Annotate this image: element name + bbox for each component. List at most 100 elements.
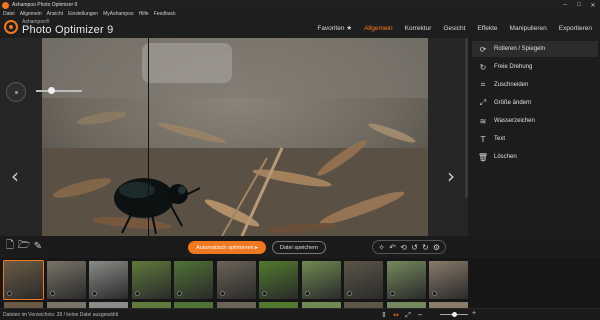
status-bar: Dateien im Verzeichnis: 28 / keine Datei… <box>0 308 600 320</box>
status-icons: ⇕ ⇔ ⤢ − <box>378 310 426 320</box>
tool-label: Wasserzeichen <box>494 118 535 124</box>
thumbnail[interactable] <box>259 261 298 299</box>
menu-einstellungen[interactable]: Einstellungen <box>68 11 98 17</box>
free-rotate-icon: ↻ <box>479 62 487 72</box>
image-viewer[interactable]: ‹ › ⤢ <box>0 38 468 266</box>
open-folder-icon[interactable]: 🗁 <box>18 240 30 253</box>
tool-free-rotation[interactable]: ↻ Freie Drehung <box>472 59 598 75</box>
thumbnail-select-checkbox[interactable] <box>432 291 437 296</box>
minimize-button[interactable]: – <box>558 0 572 10</box>
thumbnail-strip[interactable] <box>0 258 600 308</box>
next-image-button[interactable]: › <box>444 164 458 188</box>
rotate-left-icon[interactable]: ↺ <box>409 242 420 253</box>
file-actions: 🗋 🗁 ✎ <box>4 240 46 253</box>
thumbnail-select-checkbox[interactable] <box>177 291 182 296</box>
thumbnail[interactable] <box>301 261 341 299</box>
title-bar: Ashampoo Photo Optimizer 9 – □ ✕ <box>0 0 600 10</box>
fullscreen-icon[interactable]: ⤢ <box>402 310 414 320</box>
menu-bar: Datei Allgemein Ansicht Einstellungen My… <box>0 10 600 18</box>
thumbnail-select-checkbox[interactable] <box>389 291 395 296</box>
thumbnail[interactable] <box>386 261 426 299</box>
crop-icon: ⌗ <box>480 80 486 89</box>
zoom-slider-track[interactable] <box>36 90 82 92</box>
split-view-icon[interactable]: ⇕ <box>378 310 390 320</box>
window-title: Ashampoo Photo Optimizer 9 <box>12 2 78 8</box>
tab-manipulieren[interactable]: Manipulieren <box>510 25 547 32</box>
thumbnail[interactable] <box>344 261 383 299</box>
brush-icon[interactable]: ✎ <box>32 240 44 253</box>
menu-hilfe[interactable]: Hilfe <box>139 11 149 17</box>
app-icon <box>2 1 9 9</box>
auto-optimize-button[interactable]: Automatisch optimieren ▸ <box>188 241 266 254</box>
tab-favoriten[interactable]: Favoriten ★ <box>317 24 352 32</box>
tab-gesicht[interactable]: Gesicht <box>443 25 465 32</box>
thumbnail-select-checkbox[interactable] <box>347 291 352 296</box>
thumbnail[interactable] <box>174 261 213 299</box>
tool-crop[interactable]: ⌗ Zuschneiden <box>472 77 598 93</box>
before-after-divider[interactable] <box>148 38 149 236</box>
edit-actions: ✧ ↶ ⟲ ↺ ↻ ⚙ <box>372 240 446 254</box>
category-tabs: Favoriten ★ Allgemein Korrektur Gesicht … <box>305 24 592 33</box>
menu-feedback[interactable]: Feedback <box>154 11 176 17</box>
photo-preview <box>42 38 428 236</box>
thumbnail[interactable] <box>131 261 171 299</box>
thumbnail-select-checkbox[interactable] <box>304 291 310 296</box>
bottom-toolbar: 🗋 🗁 ✎ Automatisch optimieren ▸ Datei spe… <box>0 236 600 258</box>
thumbnail-select-checkbox[interactable] <box>7 291 12 296</box>
tool-label: Zuschneiden <box>494 82 529 88</box>
tool-label: Löschen <box>494 154 517 160</box>
thumbnail-select-checkbox[interactable] <box>262 291 267 296</box>
magic-wand-icon[interactable]: ✧ <box>376 242 387 253</box>
thumbnail-select-checkbox[interactable] <box>49 291 55 296</box>
status-zoom-handle[interactable] <box>452 312 457 317</box>
compare-icon[interactable]: ⇔ <box>390 310 402 320</box>
tool-text[interactable]: T Text <box>472 131 598 147</box>
navigator-dial[interactable] <box>6 82 26 102</box>
settings-icon[interactable]: ⚙ <box>431 242 442 253</box>
thumbnail-select-checkbox[interactable] <box>92 291 97 296</box>
close-button[interactable]: ✕ <box>586 0 600 10</box>
tab-exportieren[interactable]: Exportieren <box>559 25 592 32</box>
tool-watermark[interactable]: ≋ Wasserzeichen <box>472 113 598 129</box>
window-controls: – □ ✕ <box>558 0 600 10</box>
zoom-out-icon[interactable]: − <box>414 310 426 320</box>
zoom-slider-handle[interactable] <box>48 87 55 94</box>
thumbnail[interactable] <box>89 261 128 299</box>
thumbnail-select-checkbox[interactable] <box>134 291 140 296</box>
thumbnail[interactable] <box>216 261 256 299</box>
rotate-icon: ⟳ <box>479 44 487 54</box>
status-text: Dateien im Verzeichnis: 28 / keine Datei… <box>3 312 119 318</box>
tool-label: Größe ändern <box>494 100 532 106</box>
brand-name: Photo Optimizer 9 <box>22 24 114 36</box>
menu-datei[interactable]: Datei <box>3 11 15 17</box>
thumbnail-select-checkbox[interactable] <box>219 291 225 296</box>
menu-allgemein[interactable]: Allgemein <box>20 11 42 17</box>
undo-icon[interactable]: ↶ <box>387 242 398 253</box>
logo-icon <box>4 20 18 34</box>
tool-label: Rotieren / Spiegeln <box>494 46 546 52</box>
tab-effekte[interactable]: Effekte <box>477 25 497 32</box>
thumbnail[interactable] <box>429 261 468 299</box>
prev-image-button[interactable]: ‹ <box>8 164 22 188</box>
watermark-icon: ≋ <box>479 116 487 126</box>
delete-icon: 🗑 <box>477 152 489 162</box>
tool-panel: ⟳ Rotieren / Spiegeln ↻ Freie Drehung ⌗ … <box>468 38 600 236</box>
maximize-button[interactable]: □ <box>572 0 586 10</box>
rotate-right-icon[interactable]: ↻ <box>420 242 431 253</box>
tab-korrektur[interactable]: Korrektur <box>405 25 432 32</box>
save-file-button[interactable]: Datei speichern <box>272 241 326 254</box>
menu-ansicht[interactable]: Ansicht <box>47 11 63 17</box>
tool-delete[interactable]: 🗑 Löschen <box>472 149 598 165</box>
zoom-in-icon[interactable]: + <box>472 310 476 317</box>
open-file-icon[interactable]: 🗋 <box>4 240 16 253</box>
tool-label: Text <box>494 136 506 142</box>
tool-rotate-mirror[interactable]: ⟳ Rotieren / Spiegeln <box>472 41 598 57</box>
undo-all-icon[interactable]: ⟲ <box>398 242 409 253</box>
app-header: Ashampoo® Photo Optimizer 9 Favoriten ★ … <box>0 18 600 38</box>
menu-myashampoo[interactable]: MyAshampoo <box>103 11 134 17</box>
tab-allgemein[interactable]: Allgemein <box>364 25 393 32</box>
thumbnail[interactable] <box>3 260 44 300</box>
tool-label: Freie Drehung <box>494 64 533 70</box>
tool-resize[interactable]: ⤢ Größe ändern <box>472 95 598 111</box>
thumbnail[interactable] <box>46 261 86 299</box>
